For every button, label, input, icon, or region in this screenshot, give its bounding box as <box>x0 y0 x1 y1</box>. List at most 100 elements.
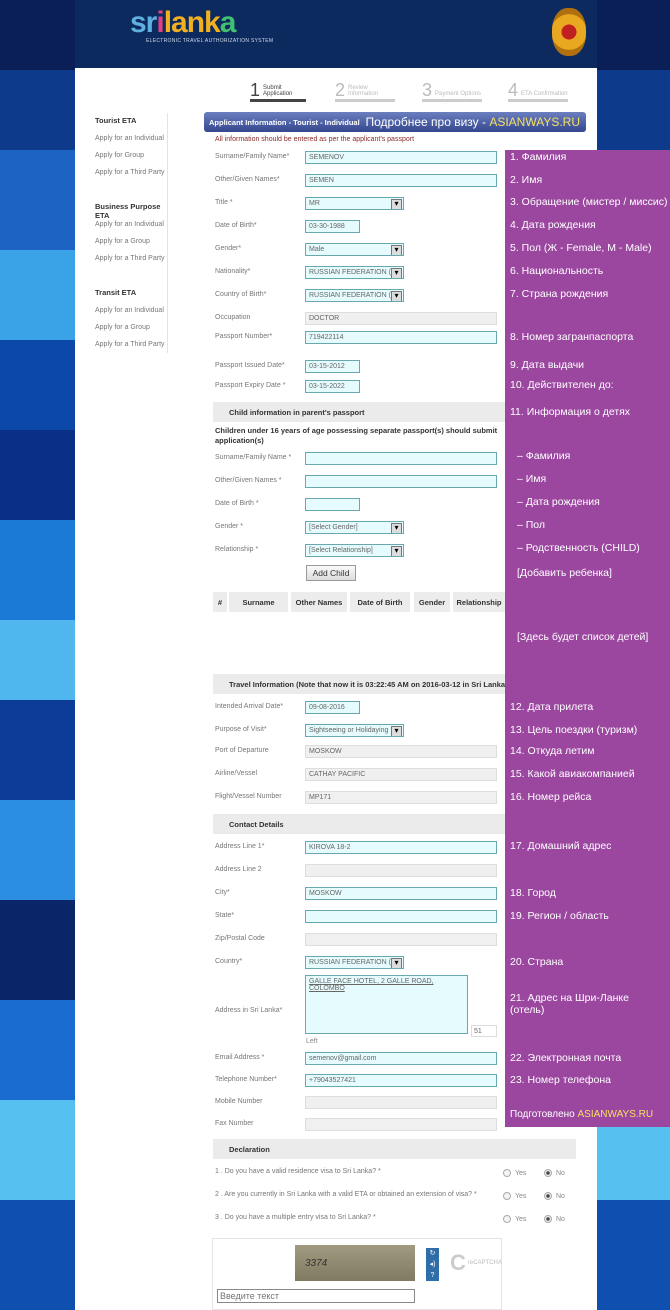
text-field[interactable]: MOSKOW <box>305 745 497 758</box>
text-field[interactable]: DOCTOR <box>305 312 497 325</box>
select-field[interactable]: [Select Gender] <box>305 521 404 534</box>
sidebar-link[interactable]: Apply for an Individual <box>95 307 164 314</box>
select-field[interactable]: RUSSIAN FEDERATION (R <box>305 956 404 969</box>
text-field[interactable] <box>305 1118 497 1131</box>
text-field[interactable] <box>305 864 497 877</box>
declaration-question: 2 . Are you currently in Sri Lanka with … <box>215 1191 477 1198</box>
table-header: Other Names <box>291 592 347 612</box>
text-field[interactable] <box>305 910 497 923</box>
field-label: Other/Given Names* <box>215 176 280 183</box>
text-field[interactable]: 03-15-2022 <box>305 380 360 393</box>
field-label: Mobile Number <box>215 1098 263 1105</box>
annotation: 20. Страна <box>510 956 564 968</box>
field-label: Intended Arrival Date* <box>215 703 284 710</box>
srilanka-logo: srilanka <box>130 6 236 39</box>
sidebar-link[interactable]: Apply for a Third Party <box>95 169 165 176</box>
text-field[interactable]: MP171 <box>305 791 497 804</box>
sidebar-link[interactable]: Apply for an Individual <box>95 221 164 228</box>
sidebar-link[interactable]: Apply for a Group <box>95 238 150 245</box>
field-label: Port of Departure <box>215 747 269 754</box>
annotation: [Здесь будет список детей] <box>517 631 649 643</box>
form-title: Applicant Information - Tourist - Indivi… <box>209 117 360 127</box>
radio-no[interactable]: No <box>544 1169 565 1177</box>
annotation: – Пол <box>517 519 546 531</box>
text-field[interactable] <box>305 498 360 511</box>
text-field[interactable]: KIROVA 18-2 <box>305 841 497 854</box>
declaration-question: 3 . Do you have a multiple entry visa to… <box>215 1214 376 1221</box>
annotation: 12. Дата прилета <box>510 701 594 713</box>
text-field[interactable]: CATHAY PACIFIC <box>305 768 497 781</box>
radio-no[interactable]: No <box>544 1192 565 1200</box>
annotation: – Фамилия <box>517 450 571 462</box>
text-field[interactable]: +79043527421 <box>305 1074 497 1087</box>
table-header: Gender <box>414 592 450 612</box>
text-field[interactable]: SEMENOV <box>305 151 497 164</box>
text-field[interactable]: 03-30-1988 <box>305 220 360 233</box>
sidebar-link[interactable]: Apply for a Group <box>95 324 150 331</box>
sidebar: Tourist ETA Apply for an Individual Apply … <box>88 113 168 353</box>
emblem-icon <box>552 8 586 56</box>
text-field[interactable]: 03-15-2012 <box>305 360 360 373</box>
radio-no[interactable]: No <box>544 1215 565 1223</box>
text-field[interactable]: MOSKOW <box>305 887 497 900</box>
annotation: 13. Цель поездки (туризм) <box>510 724 638 736</box>
refresh-icon[interactable]: ↻ <box>426 1248 439 1259</box>
annotation: 19. Регион / область <box>510 910 609 922</box>
add-child-button[interactable]: Add Child <box>306 565 356 581</box>
captcha-input[interactable] <box>217 1289 415 1303</box>
sidebar-link[interactable]: Apply for Group <box>95 152 144 159</box>
field-label: Gender* <box>215 245 242 252</box>
text-field[interactable] <box>305 475 497 488</box>
select-field[interactable]: RUSSIAN FEDERATION (R <box>305 266 404 279</box>
annotation: 18. Город <box>510 887 556 899</box>
text-field[interactable] <box>305 933 497 946</box>
field-label: Surname/Family Name* <box>215 153 290 160</box>
help-icon[interactable]: ? <box>426 1270 439 1281</box>
select-field[interactable]: [Select Relationship] <box>305 544 404 557</box>
annotation: 4. Дата рождения <box>510 219 596 231</box>
field-label: Date of Birth * <box>215 500 259 507</box>
annotation: – Имя <box>517 473 547 485</box>
sidebar-link[interactable]: Apply for a Third Party <box>95 341 165 348</box>
address-sri-lanka-textarea[interactable]: GALLE FACE HOTEL, 2 GALLE ROAD, COLOMBO <box>305 975 468 1034</box>
sidebar-heading: Transit ETA <box>95 288 137 297</box>
annotation: 14. Откуда летим <box>510 745 595 757</box>
text-field[interactable]: SEMEN <box>305 174 497 187</box>
radio-yes[interactable]: Yes <box>503 1215 526 1223</box>
section-travel-info: Travel Information (Note that now it is … <box>213 674 505 694</box>
field-label: Passport Expiry Date * <box>215 382 286 389</box>
text-field[interactable]: 09-08-2016 <box>305 701 360 714</box>
annotation: 5. Пол (Ж - Female, M - Male) <box>510 242 652 254</box>
select-field[interactable]: Male <box>305 243 404 256</box>
select-field[interactable]: Sightseeing or Holidaying <box>305 724 404 737</box>
section-declaration: Declaration <box>213 1139 576 1159</box>
field-label: City* <box>215 889 230 896</box>
text-field[interactable] <box>305 1096 497 1109</box>
radio-yes[interactable]: Yes <box>503 1192 526 1200</box>
table-header: # <box>213 592 227 612</box>
section-child-info: Child information in parent's passport <box>213 402 505 422</box>
sidebar-heading: Business Purpose ETA <box>95 202 161 220</box>
annotation: 21. Адрес на Шри-Ланке (отель) <box>510 992 629 1016</box>
annotation: 2. Имя <box>510 174 543 186</box>
section-contact-details: Contact Details <box>213 814 505 834</box>
radio-yes[interactable]: Yes <box>503 1169 526 1177</box>
field-label: Country of Birth* <box>215 291 267 298</box>
table-header: Date of Birth <box>350 592 410 612</box>
sidebar-link[interactable]: Apply for a Third Party <box>95 255 165 262</box>
form-title-bar: Applicant Information - Tourist - Indivi… <box>204 112 586 132</box>
tagline: ELECTRONIC TRAVEL AUTHORIZATION SYSTEM <box>146 38 274 44</box>
child-note: Children under 16 years of age possessin… <box>215 426 498 445</box>
field-label: Gender * <box>215 523 244 530</box>
credit-text: Подготовлено ASIANWAYS.RU <box>510 1109 654 1120</box>
sidebar-link[interactable]: Apply for an Individual <box>95 135 164 142</box>
field-label: Airline/Vessel <box>215 770 258 777</box>
select-field[interactable]: RUSSIAN FEDERATION (R <box>305 289 404 302</box>
text-field[interactable]: 719422114 <box>305 331 497 344</box>
audio-icon[interactable]: ◂) <box>426 1259 439 1270</box>
select-field[interactable]: MR <box>305 197 404 210</box>
field-label: Fax Number <box>215 1120 254 1127</box>
text-field[interactable] <box>305 452 497 465</box>
text-field[interactable]: semenov@gmail.com <box>305 1052 497 1065</box>
annotation: – Родственность (CHILD) <box>517 542 640 554</box>
